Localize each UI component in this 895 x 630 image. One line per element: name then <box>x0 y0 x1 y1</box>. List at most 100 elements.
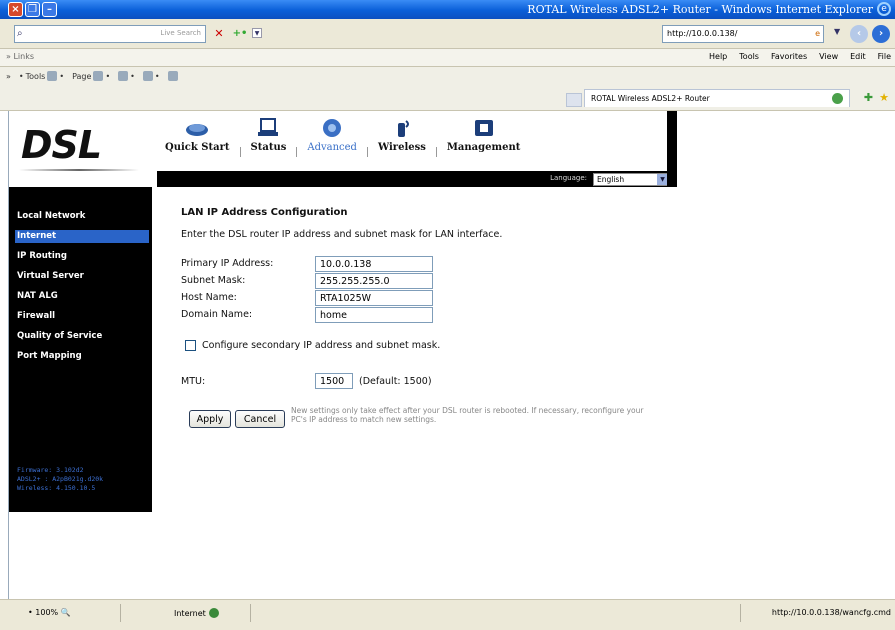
history-dropdown-icon[interactable]: ▼ <box>834 27 840 36</box>
sidebar-item-nat-alg[interactable]: NAT ALG <box>15 290 149 303</box>
sidebar-item-ip-routing[interactable]: IP Routing <box>15 250 149 263</box>
stop-icon[interactable]: ✕ <box>212 27 226 41</box>
subnet-mask-input[interactable] <box>315 273 433 289</box>
language-select[interactable]: English ▼ <box>593 173 669 186</box>
favorites-star-icon[interactable]: ★ <box>879 91 889 104</box>
nav-wireless[interactable]: Wireless <box>368 117 436 153</box>
cancel-button[interactable]: Cancel <box>235 410 285 428</box>
home-button[interactable] <box>167 71 178 81</box>
live-search-box[interactable]: ⌕ Live Search <box>14 25 206 43</box>
sidebar-item-internet[interactable]: Internet <box>15 230 149 243</box>
apply-button[interactable]: Apply <box>189 410 231 428</box>
forward-arrow-icon[interactable]: › <box>872 25 890 43</box>
host-name-label: Host Name: <box>181 292 237 303</box>
lan-config-form: LAN IP Address Configuration Enter the D… <box>181 207 661 428</box>
home-icon <box>167 71 178 81</box>
zoom-control[interactable]: • 100% 🔍 <box>28 608 71 617</box>
tab-title: ROTAL Wireless ADSL2+ Router <box>591 94 710 103</box>
quick-tabs-button[interactable] <box>566 93 582 107</box>
close-window-button[interactable]: × <box>8 2 23 17</box>
page-label: Page <box>72 71 92 81</box>
primary-ip-label: Primary IP Address: <box>181 258 274 269</box>
sidebar-item-virtual-server[interactable]: Virtual Server <box>15 270 149 283</box>
feeds-button[interactable]: • <box>142 71 160 81</box>
command-items: » • Tools • Page • • • <box>6 71 178 81</box>
wireless-icon <box>397 120 409 137</box>
globe-icon <box>208 608 219 618</box>
back-arrow-icon[interactable]: ‹ <box>850 25 868 43</box>
minimize-window-button[interactable]: – <box>42 2 57 17</box>
nav-advanced-label: Advanced <box>307 142 357 153</box>
dsl-logo: DSL <box>21 123 102 167</box>
ie-logo-icon: e <box>877 2 891 16</box>
sidebar-item-firewall[interactable]: Firewall <box>15 310 149 323</box>
menu-edit[interactable]: Edit <box>850 52 866 61</box>
mtu-default: (Default: 1500) <box>359 376 432 387</box>
search-placeholder: Live Search <box>160 29 201 37</box>
language-value: English <box>597 175 625 184</box>
menu-file[interactable]: File <box>878 52 891 61</box>
status-divider <box>250 604 251 622</box>
nav-wireless-label: Wireless <box>377 142 426 153</box>
mtu-label: MTU: <box>181 376 206 387</box>
header-edge <box>667 111 677 187</box>
address-url: http://10.0.0.138/ <box>667 29 738 38</box>
sidebar-item-qos[interactable]: Quality of Service <box>15 330 149 343</box>
nav-management-label: Management <box>446 142 521 153</box>
restore-window-button[interactable]: ❐ <box>25 2 40 17</box>
links-label[interactable]: » Links <box>6 52 34 61</box>
menu-favorites[interactable]: Favorites <box>771 52 807 61</box>
advanced-gear-icon <box>323 119 342 137</box>
search-icon: ⌕ <box>17 28 23 39</box>
quick-start-icon <box>186 124 209 136</box>
window-title: ROTAL Wireless ADSL2+ Router - Windows I… <box>527 3 873 16</box>
primary-ip-input[interactable] <box>315 256 433 272</box>
links-menu-bar: » Links Help Tools Favorites View Edit F… <box>0 49 895 67</box>
chevron-right-icon: » <box>6 71 11 81</box>
command-bar: » • Tools • Page • • • ROTAL Wireless AD… <box>0 67 895 111</box>
nav-status-label: Status <box>250 142 287 153</box>
links-text: Links <box>13 52 34 61</box>
address-bar[interactable]: http://10.0.0.138/ e <box>662 25 824 43</box>
browser-tab[interactable]: ROTAL Wireless ADSL2+ Router <box>584 89 850 107</box>
domain-name-input[interactable] <box>315 307 433 323</box>
add-favorite-icon[interactable]: ✚ <box>864 91 873 104</box>
chevron-down-icon[interactable]: ▼ <box>252 28 262 38</box>
zoom-level: 100% <box>35 608 59 617</box>
host-name-input[interactable] <box>315 290 433 306</box>
nav-management[interactable]: Management <box>437 117 531 153</box>
page-button[interactable]: Page • <box>72 71 110 81</box>
reboot-note: New settings only take effect after your… <box>291 406 644 424</box>
nav-quick-start[interactable]: Quick Start <box>155 117 240 153</box>
nav-advanced[interactable]: Advanced <box>297 117 367 153</box>
domain-name-label: Domain Name: <box>181 309 253 320</box>
mtu-input[interactable] <box>315 373 353 389</box>
print-button[interactable]: • <box>118 71 135 81</box>
router-header: DSL Quick Start Status Advanced Wireless… <box>9 111 677 187</box>
firmware-version: Firmware: 3.102d2 <box>17 466 84 474</box>
sidebar-item-port-mapping[interactable]: Port Mapping <box>15 350 149 363</box>
adsl-version: ADSL2+ : A2pB021g.d20k <box>17 475 104 483</box>
language-label: Language: <box>550 174 587 182</box>
address-toolbar: ⌕ Live Search ✕ +• ▼ http://10.0.0.138/ … <box>0 19 895 49</box>
sidebar-item-local-network[interactable]: Local Network <box>15 210 149 223</box>
status-divider <box>740 604 741 622</box>
logo-swoosh <box>19 169 139 171</box>
menu-view[interactable]: View <box>819 52 838 61</box>
tools-button[interactable]: • Tools • <box>19 71 64 81</box>
sidebar: Local Network Internet IP Routing Virtua… <box>9 187 152 512</box>
menu-tools[interactable]: Tools <box>739 52 759 61</box>
menu-help[interactable]: Help <box>709 52 727 61</box>
secondary-ip-checkbox[interactable] <box>185 340 196 351</box>
print-icon <box>118 71 129 81</box>
zoom-icon: 🔍 <box>60 608 71 617</box>
menu-bar: Help Tools Favorites View Edit File <box>709 52 891 61</box>
nav-status[interactable]: Status <box>241 117 297 153</box>
favorites-buttons: ✚ ★ <box>864 91 889 104</box>
add-icon[interactable]: +• <box>232 26 248 42</box>
status-url: http://10.0.0.138/wancfg.cmd <box>771 608 891 617</box>
nav-quick-start-label: Quick Start <box>165 142 230 153</box>
zone-label: Internet <box>174 609 206 618</box>
subnet-mask-label: Subnet Mask: <box>181 275 246 286</box>
page-icon: e <box>815 29 820 38</box>
